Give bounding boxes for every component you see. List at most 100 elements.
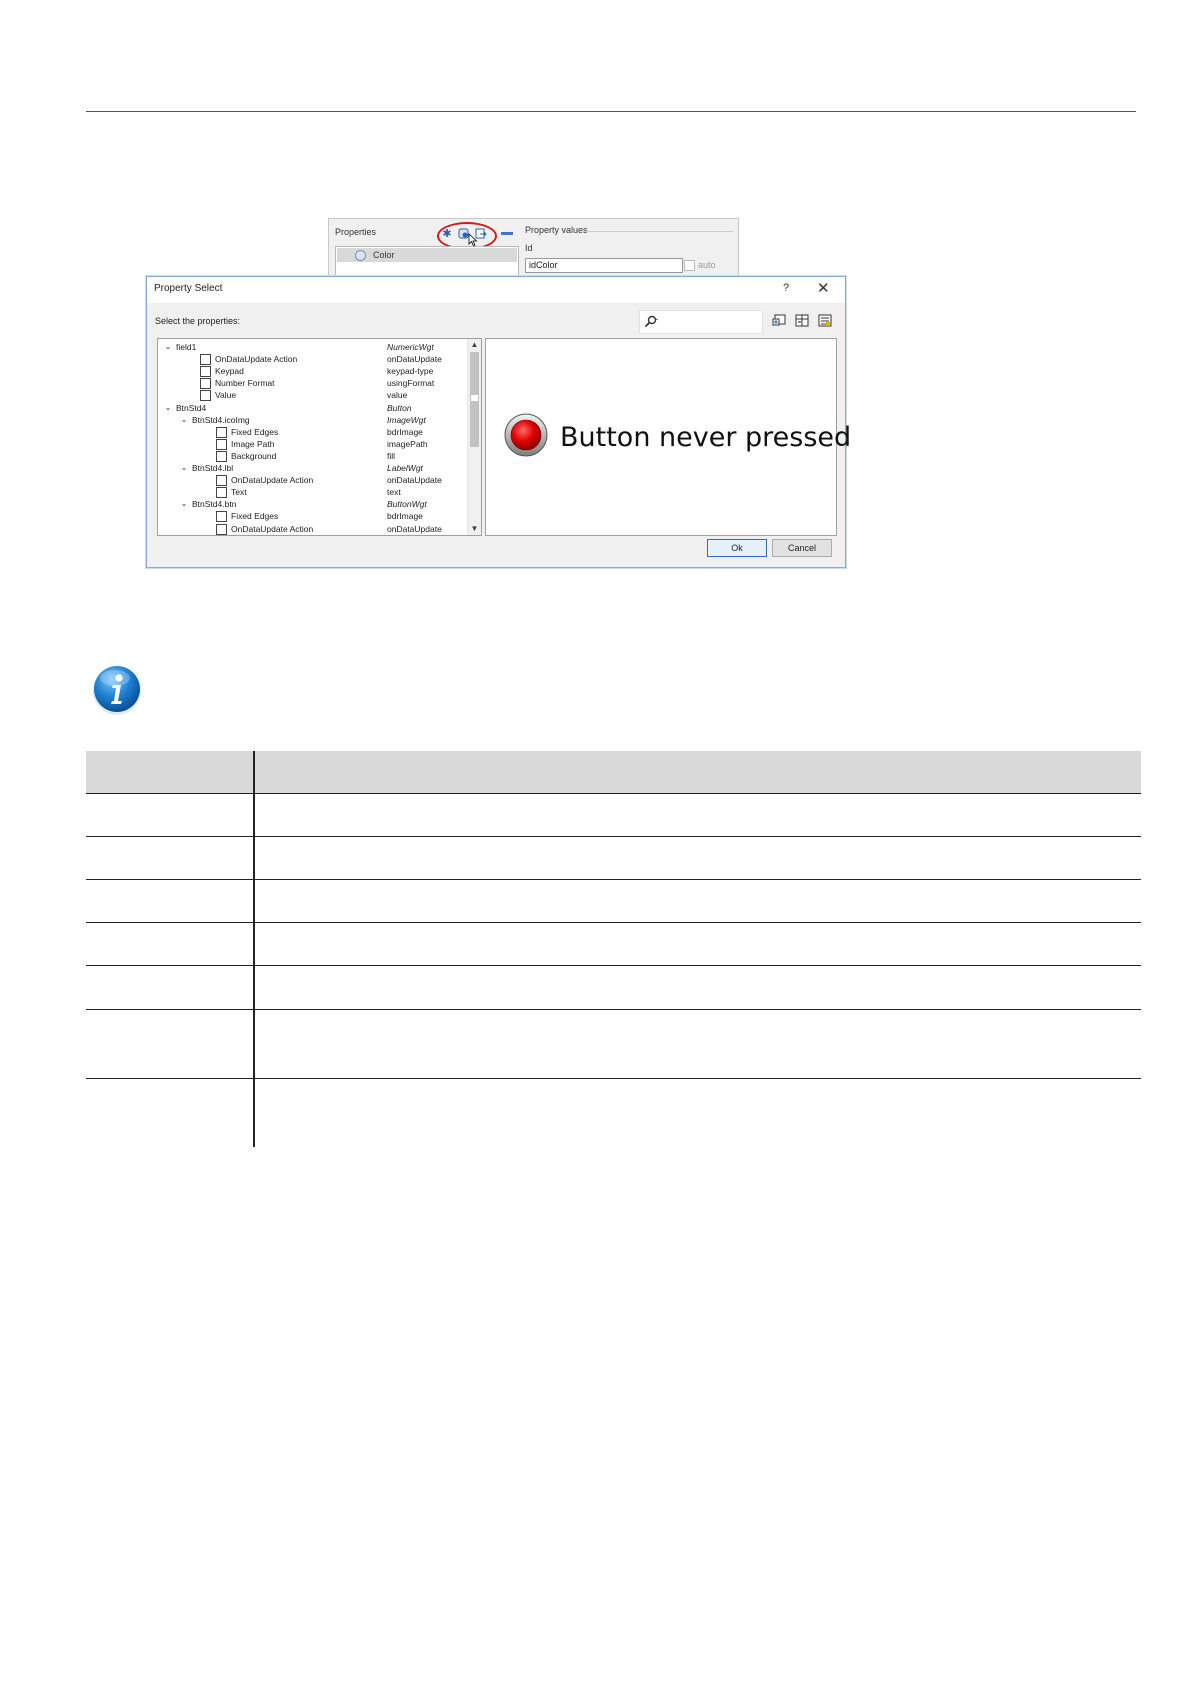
table-row-divider (86, 1078, 1141, 1079)
tree-property-row[interactable]: Keypad keypad-type (158, 365, 466, 378)
table-row-divider (86, 922, 1141, 923)
tree-item-label: BtnStd4 (176, 402, 207, 413)
tree-item-property: text (387, 487, 401, 498)
help-button[interactable]: ? (783, 282, 789, 294)
id-label: Id (525, 243, 533, 253)
select-list-icon[interactable] (818, 314, 832, 328)
tree-group-row[interactable]: ⌄ field1 NumericWgt (158, 341, 466, 353)
tree-item-property: onDataUpdate (387, 523, 442, 534)
tree-item-label: field1 (176, 342, 197, 352)
property-checkbox[interactable] (216, 511, 227, 523)
preview-text: Button never pressed (560, 422, 852, 453)
tree-item-property: keypad-type (387, 366, 434, 377)
tree-property-row[interactable]: Value value (158, 389, 466, 402)
properties-item-label: Color (373, 250, 395, 260)
tree-item-label: BtnStd4.btn (192, 499, 237, 510)
search-box[interactable]: - (639, 310, 763, 334)
auto-checkbox[interactable] (684, 260, 695, 271)
property-values-rule (583, 231, 733, 232)
id-field[interactable]: idColor (525, 258, 683, 273)
property-checkbox[interactable] (216, 475, 227, 487)
tree-scrollbar[interactable]: ▲ ▼ (467, 339, 481, 535)
property-checkbox[interactable] (216, 438, 227, 450)
tree-item-label: Background (231, 450, 277, 461)
search-input[interactable] (660, 315, 756, 329)
expand-chevron-icon[interactable]: ⌄ (163, 341, 173, 353)
tree-property-row[interactable]: Fixed Edges bdrImage (158, 426, 466, 438)
property-checkbox[interactable] (216, 450, 227, 462)
properties-panel: Properties ✱ Property values Id idColor … (328, 218, 739, 278)
tree-item-label: Keypad (215, 366, 244, 377)
tree-item-label: Image Path (231, 438, 275, 449)
property-checkbox[interactable] (216, 523, 227, 535)
search-dropdown-glyph[interactable]: - (655, 314, 658, 324)
tree-item-label: Number Format (215, 378, 275, 389)
property-checkbox[interactable] (200, 378, 211, 390)
properties-list-item-color[interactable]: Color (337, 248, 517, 262)
expand-chevron-icon[interactable]: ⌄ (179, 498, 189, 510)
tree-item-label: BtnStd4.icoImg (192, 414, 250, 425)
tree-property-row[interactable]: Background fill (158, 450, 466, 462)
property-values-label: Property values (525, 225, 588, 235)
tree-item-label: Text (231, 487, 247, 498)
tree-item-property: bdrImage (387, 426, 423, 437)
color-radio[interactable] (355, 250, 366, 261)
tree-item-label: OnDataUpdate Action (231, 475, 314, 486)
properties-label: Properties (335, 227, 377, 237)
table-column-divider (253, 751, 255, 1147)
tree-item-label: Fixed Edges (231, 511, 279, 522)
tree-property-row[interactable]: OnDataUpdate Action onDataUpdate (158, 353, 466, 366)
tree-property-row[interactable]: Text text (158, 486, 466, 499)
property-checkbox[interactable] (200, 354, 211, 366)
tree-item-property: usingFormat (387, 378, 435, 389)
tree-group-row[interactable]: ⌄ BtnStd4.icoImg ImageWgt (158, 414, 466, 426)
red-button-icon (504, 413, 548, 457)
property-checkbox[interactable] (200, 390, 211, 402)
tree-property-row[interactable]: Image Path imagePath (158, 438, 466, 450)
collapse-all-icon[interactable] (795, 314, 809, 328)
dialog-titlebar: Property Select ? ✕ (147, 277, 845, 303)
scroll-up-button[interactable]: ▲ (468, 339, 481, 351)
tree-item-label: Fixed Edges (231, 426, 279, 437)
tree-item-property: Button (387, 402, 412, 413)
expand-chevron-icon[interactable]: ⌄ (179, 462, 189, 474)
table-row-divider (86, 1009, 1141, 1010)
property-select-dialog: Property Select ? ✕ Select the propertie… (146, 276, 851, 568)
scroll-thumb-grip (470, 394, 479, 402)
tree-item-property: value (387, 390, 408, 401)
select-properties-label: Select the properties: (155, 316, 241, 326)
tree-property-row[interactable]: Number Format usingFormat (158, 377, 466, 390)
property-tree: ⌄ field1 NumericWgt OnDataUpdate Action onDa… (157, 338, 482, 536)
close-button[interactable]: ✕ (817, 279, 830, 297)
property-checkbox[interactable] (216, 426, 227, 438)
tree-item-property: onDataUpdate (387, 354, 442, 365)
tree-item-property: ButtonWgt (387, 499, 427, 510)
tree-item-label: Value (215, 390, 237, 401)
tree-group-row[interactable]: ⌄ BtnStd4.lbl LabelWgt (158, 462, 466, 474)
property-checkbox[interactable] (216, 487, 227, 499)
tree-item-property: fill (387, 450, 396, 461)
tree-property-row[interactable]: OnDataUpdate Action onDataUpdate (158, 474, 466, 487)
minimize-dash[interactable] (501, 232, 513, 235)
tree-property-row[interactable]: OnDataUpdate Action onDataUpdate (158, 523, 466, 535)
info-icon (93, 666, 141, 715)
tree-item-property: onDataUpdate (387, 475, 442, 486)
preview-panel: Button never pressed (485, 338, 851, 536)
expand-chevron-icon[interactable]: ⌄ (179, 414, 189, 426)
expand-chevron-icon[interactable]: ⌄ (163, 402, 173, 414)
page-header-rule (86, 111, 1136, 112)
tree-group-row[interactable]: ⌄ BtnStd4.btn ButtonWgt (158, 498, 466, 510)
properties-list: Color (335, 246, 519, 278)
tree-item-property: bdrImage (387, 511, 423, 522)
tree-group-row[interactable]: ⌄ BtnStd4 Button (158, 402, 466, 414)
expand-all-icon[interactable] (772, 314, 786, 328)
tree-item-property: NumericWgt (387, 342, 434, 352)
scroll-down-button[interactable]: ▼ (468, 523, 481, 535)
tree-property-row[interactable]: Fixed Edges bdrImage (158, 510, 466, 523)
auto-label: auto (698, 260, 716, 270)
ok-button[interactable]: Ok (707, 539, 767, 557)
property-checkbox[interactable] (200, 366, 211, 378)
table-row-divider (86, 836, 1141, 837)
table-row-divider (86, 793, 1141, 794)
cancel-button[interactable]: Cancel (772, 539, 832, 557)
